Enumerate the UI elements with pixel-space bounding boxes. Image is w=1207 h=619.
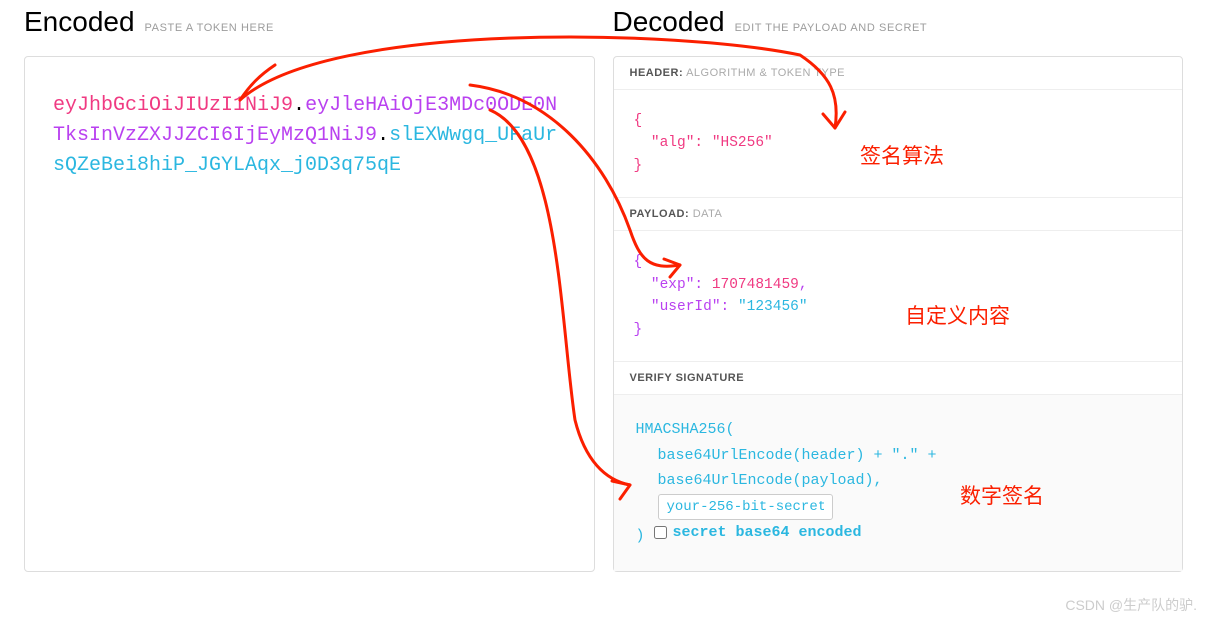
token-header-part: eyJhbGciOiJIUzI1NiJ9: [53, 94, 293, 117]
payload-json[interactable]: { "exp": 1707481459, "userId": "123456" …: [614, 231, 1183, 362]
secret-base64-checkbox[interactable]: [654, 526, 667, 539]
watermark: CSDN @生产队的驴.: [1065, 595, 1197, 615]
decoded-title-row: Decoded EDIT THE PAYLOAD AND SECRET: [613, 6, 1184, 38]
decoded-panel: HEADER: ALGORITHM & TOKEN TYPE { "alg": …: [613, 56, 1184, 572]
annotation-digital-signature: 数字签名: [960, 480, 1044, 510]
signature-body: HMACSHA256( base64UrlEncode(header) + ".…: [614, 395, 1183, 570]
payload-section-label: PAYLOAD: DATA: [614, 198, 1183, 231]
signature-section-label: VERIFY SIGNATURE: [614, 362, 1183, 395]
decoded-title: Decoded: [613, 6, 725, 38]
encoded-title-row: Encoded PASTE A TOKEN HERE: [24, 6, 595, 38]
encoded-title: Encoded: [24, 6, 135, 38]
encoded-token-box[interactable]: eyJhbGciOiJIUzI1NiJ9.eyJleHAiOjE3MDc0ODE…: [24, 56, 595, 572]
decoded-column: Decoded EDIT THE PAYLOAD AND SECRET HEAD…: [613, 6, 1184, 572]
encoded-column: Encoded PASTE A TOKEN HERE eyJhbGciOiJIU…: [24, 6, 595, 572]
encoded-subtitle: PASTE A TOKEN HERE: [145, 22, 274, 34]
secret-base64-label: secret base64 encoded: [673, 520, 862, 546]
secret-input[interactable]: [658, 494, 833, 520]
annotation-custom-content: 自定义内容: [905, 300, 1010, 330]
decoded-subtitle: EDIT THE PAYLOAD AND SECRET: [735, 22, 928, 34]
header-section-label: HEADER: ALGORITHM & TOKEN TYPE: [614, 57, 1183, 90]
annotation-sign-algo: 签名算法: [860, 140, 944, 170]
